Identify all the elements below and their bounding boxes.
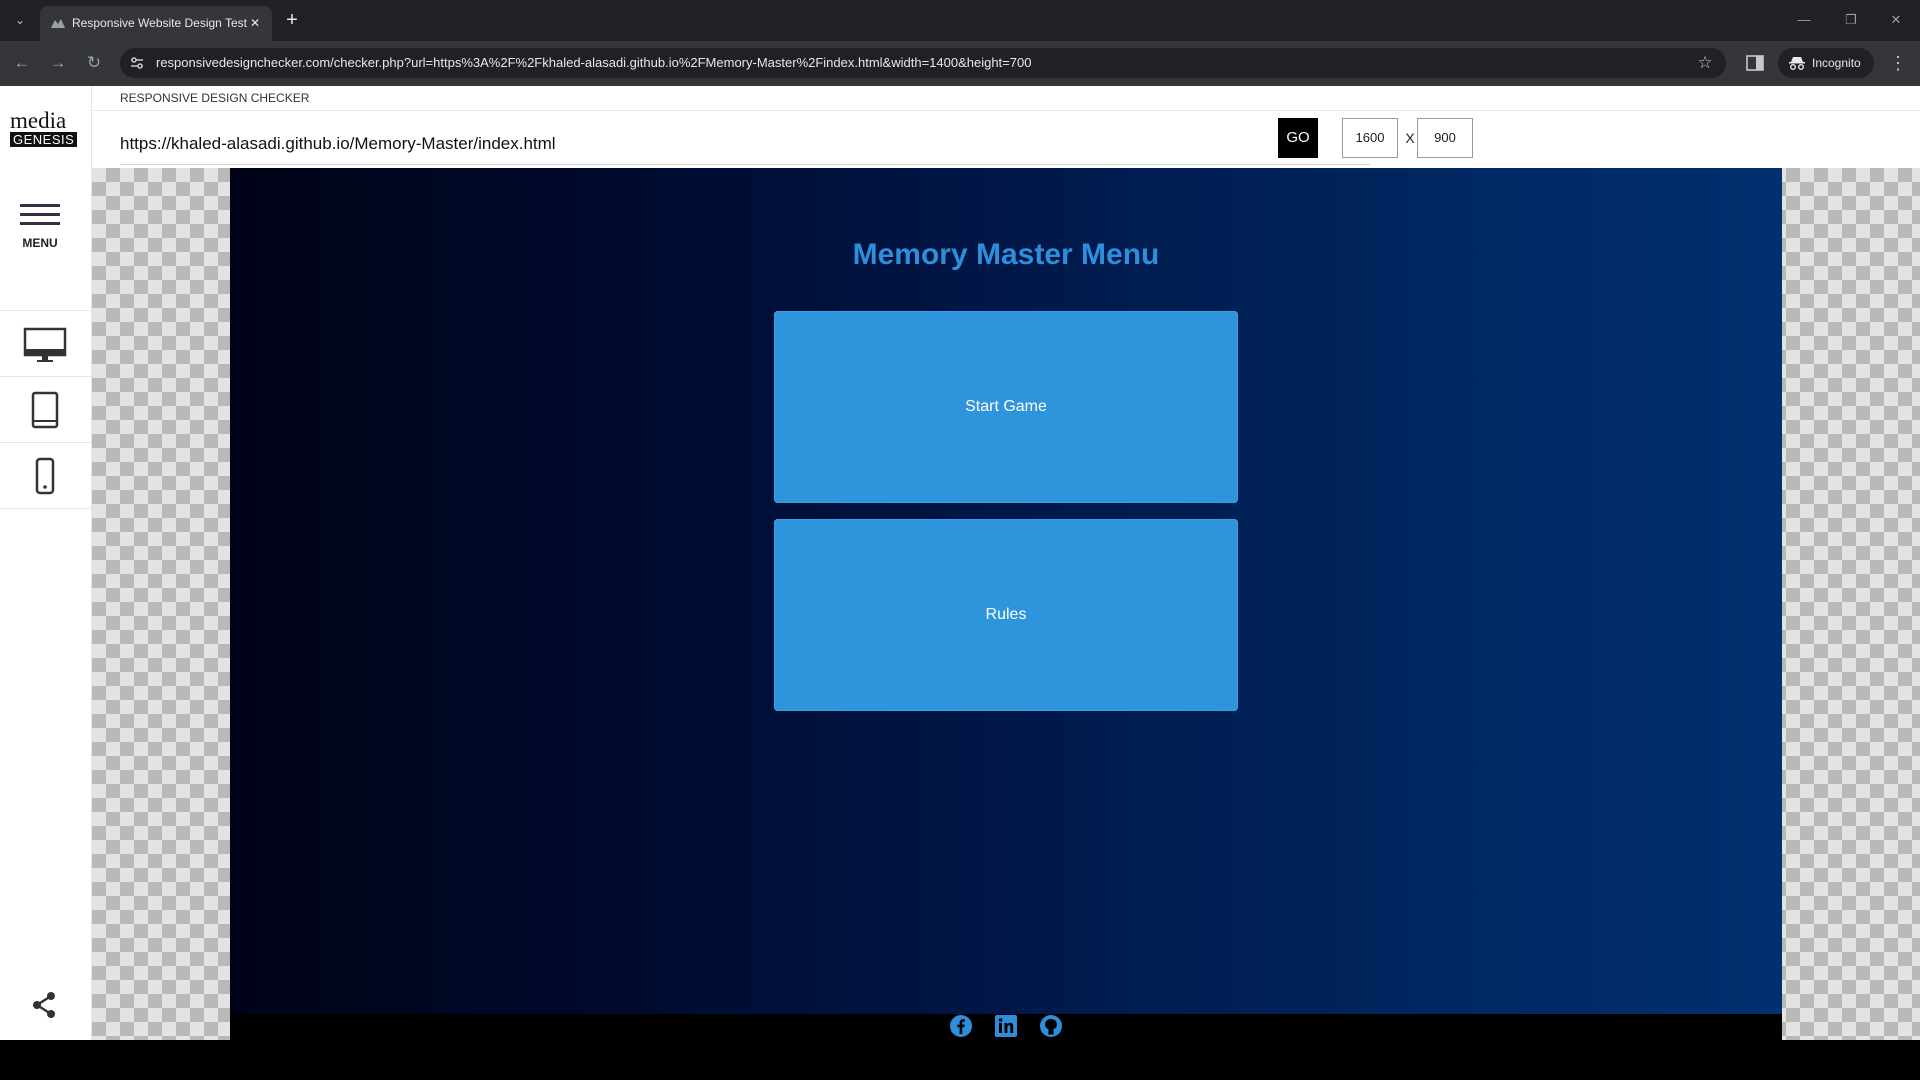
monitor-icon: [23, 327, 67, 362]
incognito-icon: [1789, 57, 1805, 70]
checker-toolbar: RESPONSIVE DESIGN CHECKER https://khaled…: [92, 86, 1920, 169]
dimension-separator: X: [1405, 130, 1415, 146]
media-genesis-logo[interactable]: media GENESIS: [8, 108, 84, 150]
minimize-button[interactable]: —: [1792, 8, 1816, 32]
restore-button[interactable]: ❐: [1839, 8, 1863, 32]
tab-search-dropdown[interactable]: ⌄: [10, 8, 30, 32]
menu-label: MENU: [22, 236, 58, 250]
app-sidebar: media GENESIS MENU: [0, 86, 92, 1040]
rules-button[interactable]: Rules: [774, 519, 1238, 711]
site-settings-icon[interactable]: [130, 56, 144, 70]
device-desktop-button[interactable]: [0, 311, 91, 377]
site-favicon-icon: [51, 19, 65, 28]
toolbar-divider: [92, 110, 1920, 111]
new-tab-button[interactable]: +: [282, 9, 302, 31]
site-footer: [230, 1014, 1782, 1040]
tablet-icon: [31, 391, 59, 429]
logo-text-bottom: GENESIS: [10, 132, 78, 147]
device-mobile-button[interactable]: [0, 443, 91, 509]
hamburger-icon: [20, 204, 60, 207]
sidebar-divider: [0, 508, 91, 509]
go-button[interactable]: GO: [1278, 118, 1318, 158]
tab-title: Responsive Website Design Test: [72, 16, 247, 30]
share-icon[interactable]: [30, 990, 58, 1020]
logo-text-top: media: [10, 108, 67, 133]
rules-label: Rules: [985, 606, 1027, 623]
device-tablet-button[interactable]: [0, 377, 91, 443]
bottom-band: [0, 1040, 1920, 1080]
browser-tab-bar: ⌄ Responsive Website Design Test ✕ + — ❐…: [0, 0, 1920, 41]
start-game-button[interactable]: Start Game: [774, 311, 1238, 503]
browser-toolbar: ← → ↻ responsivedesignchecker.com/checke…: [0, 41, 1920, 86]
hamburger-icon: [20, 222, 60, 225]
address-url[interactable]: responsivedesignchecker.com/checker.php?…: [156, 48, 1656, 78]
github-icon[interactable]: [1039, 1014, 1063, 1038]
tool-title: RESPONSIVE DESIGN CHECKER: [120, 91, 310, 105]
back-button[interactable]: ←: [10, 51, 34, 75]
linkedin-icon[interactable]: [994, 1014, 1018, 1038]
forward-button[interactable]: →: [46, 51, 70, 75]
width-input[interactable]: 1600: [1342, 118, 1398, 158]
phone-icon: [35, 457, 55, 495]
start-game-label: Start Game: [965, 398, 1047, 415]
omnibox[interactable]: responsivedesignchecker.com/checker.php?…: [120, 48, 1726, 78]
incognito-label: Incognito: [1812, 56, 1861, 70]
test-url-input[interactable]: https://khaled-alasadi.github.io/Memory-…: [120, 124, 1370, 165]
site-preview-frame: Memory Master Menu Start Game Rules: [230, 168, 1782, 1040]
menu-button[interactable]: MENU: [18, 204, 62, 254]
hamburger-icon: [20, 213, 60, 216]
close-window-button[interactable]: ✕: [1884, 8, 1908, 32]
game-menu-title: Memory Master Menu: [852, 238, 1160, 271]
reload-button[interactable]: ↻: [82, 51, 106, 75]
tab-close-icon[interactable]: ✕: [246, 14, 264, 32]
incognito-indicator[interactable]: Incognito: [1778, 48, 1874, 78]
side-panel-icon[interactable]: [1744, 52, 1766, 74]
browser-tab[interactable]: Responsive Website Design Test ✕: [40, 6, 272, 41]
browser-menu-icon[interactable]: ⋮: [1886, 51, 1910, 75]
bookmark-star-icon[interactable]: ☆: [1694, 52, 1716, 74]
height-input[interactable]: 900: [1417, 118, 1473, 158]
facebook-icon[interactable]: [949, 1014, 973, 1038]
